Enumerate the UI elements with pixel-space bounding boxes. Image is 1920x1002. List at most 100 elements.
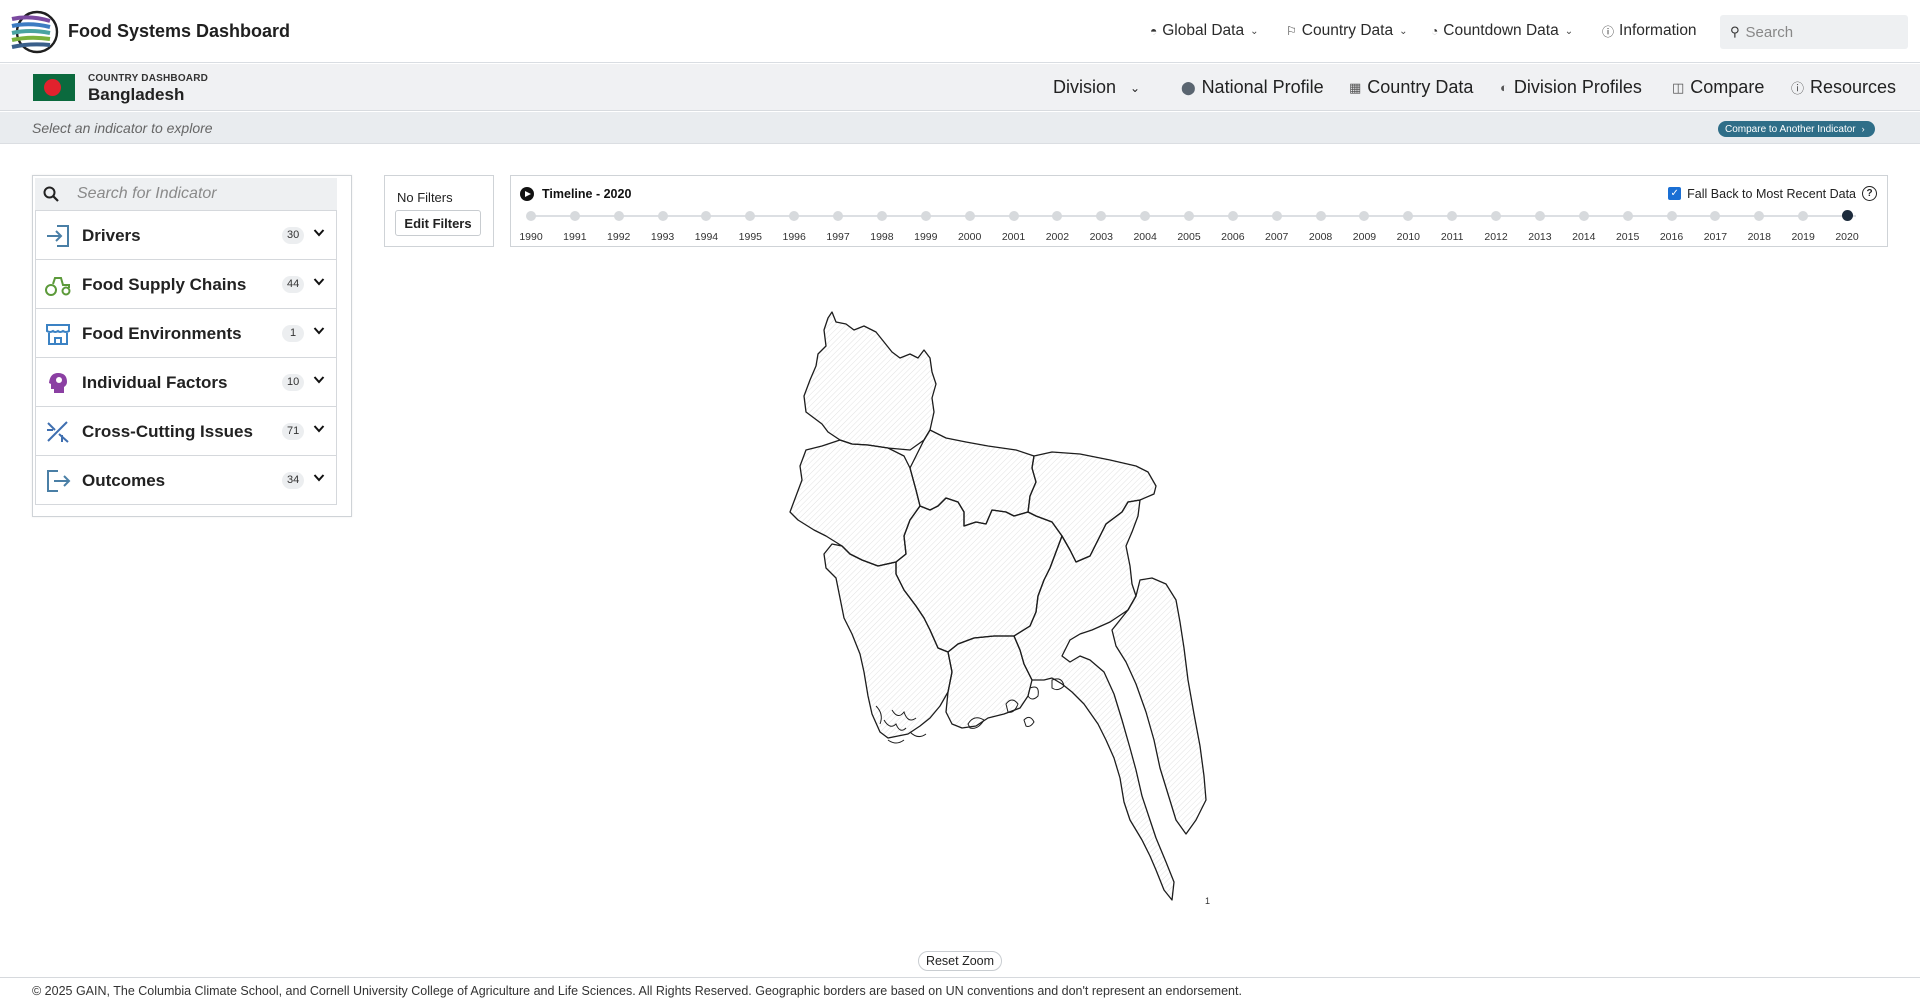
timeline-dot-2003[interactable] [1096, 211, 1107, 221]
timeline-dot-1994[interactable] [701, 211, 712, 221]
brand-title[interactable]: Food Systems Dashboard [68, 21, 290, 42]
nav-country-data-secondary[interactable]: ▦ Country Data [1349, 77, 1473, 98]
timeline-dot-2007[interactable] [1271, 211, 1282, 221]
timeline-dot-2005[interactable] [1184, 211, 1194, 221]
timeline-year-label[interactable]: 2019 [1783, 231, 1823, 243]
timeline-year-label[interactable]: 1999 [906, 231, 946, 243]
timeline-dot-1995[interactable] [745, 211, 756, 221]
timeline-year-label[interactable]: 1997 [818, 231, 858, 243]
filters-status: No Filters [397, 190, 453, 205]
category-food-supply-chains[interactable]: Food Supply Chains 44 [36, 260, 336, 309]
timeline-dot-2014[interactable] [1578, 211, 1589, 221]
timeline-year-label[interactable]: 2007 [1257, 231, 1297, 243]
timeline-dot-2012[interactable] [1491, 211, 1502, 221]
timeline-dot-2010[interactable] [1403, 211, 1414, 221]
timeline-dot-1992[interactable] [613, 211, 624, 221]
globe-filled-icon: ⬤ [1181, 79, 1196, 95]
category-food-environments[interactable]: Food Environments 1 [36, 309, 336, 358]
nav-global-data[interactable]: ◓ Global Data ⌄ [1150, 22, 1259, 40]
timeline-dot-2017[interactable] [1710, 211, 1721, 221]
timeline-year-label[interactable]: 2005 [1169, 231, 1209, 243]
timeline-dot-1993[interactable] [657, 211, 668, 221]
nav-information[interactable]: ⓘ Information [1602, 22, 1697, 40]
timeline-year-label[interactable]: 2009 [1344, 231, 1384, 243]
timeline-dot-2009[interactable] [1359, 211, 1370, 221]
nav-compare[interactable]: ◫ Compare [1672, 77, 1764, 98]
indicator-search-input[interactable] [77, 185, 317, 203]
global-search-input[interactable] [1745, 23, 1896, 41]
timeline-year-label[interactable]: 2012 [1476, 231, 1516, 243]
timeline-dot-2018[interactable] [1754, 211, 1765, 221]
dashboard-logo-icon[interactable] [10, 9, 60, 55]
fallback-toggle[interactable]: ✓ Fall Back to Most Recent Data ? [1668, 186, 1877, 201]
timeline-dot-2002[interactable] [1052, 211, 1063, 221]
nav-country-data[interactable]: ⚐ Country Data ⌄ [1286, 22, 1407, 40]
play-icon[interactable] [520, 187, 534, 201]
timeline-year-label[interactable]: 1998 [862, 231, 902, 243]
timeline-dot-2000[interactable] [964, 211, 975, 221]
timeline-dot-1999[interactable] [920, 211, 931, 221]
timeline-year-label[interactable]: 2010 [1388, 231, 1428, 243]
timeline-year-label[interactable]: 2000 [950, 231, 990, 243]
nav-countdown-data[interactable]: ◔ Countdown Data ⌄ [1431, 22, 1573, 40]
timeline-year-label[interactable]: 2017 [1695, 231, 1735, 243]
flag-disc [44, 79, 61, 96]
timeline-year-label[interactable]: 2018 [1739, 231, 1779, 243]
timeline-year-label[interactable]: 2013 [1520, 231, 1560, 243]
store-icon [46, 324, 70, 345]
global-search[interactable]: ⚲ [1720, 15, 1908, 49]
timeline-year-label[interactable]: 1993 [643, 231, 683, 243]
timeline-dot-2013[interactable] [1534, 211, 1545, 221]
nav-resources[interactable]: ⓘ Resources [1791, 77, 1896, 98]
timeline-year-label[interactable]: 2002 [1037, 231, 1077, 243]
nav-division-profiles[interactable]: ◐ Division Profiles [1500, 77, 1642, 98]
category-label: Individual Factors [82, 373, 228, 392]
category-label: Drivers [82, 226, 141, 245]
timeline-dot-1996[interactable] [789, 211, 800, 221]
bangladesh-division-map[interactable]: 1 [780, 300, 1260, 910]
timeline-dot-1990[interactable] [526, 211, 536, 221]
timeline-year-label[interactable]: 1992 [599, 231, 639, 243]
timeline-year-label[interactable]: 2020 [1827, 231, 1867, 243]
timeline-year-label[interactable]: 2015 [1608, 231, 1648, 243]
timeline-year-label[interactable]: 2016 [1652, 231, 1692, 243]
timeline-year-label[interactable]: 2003 [1081, 231, 1121, 243]
help-icon[interactable]: ? [1862, 186, 1877, 201]
timeline-dot-2020[interactable] [1841, 210, 1853, 221]
category-label: Food Environments [82, 324, 242, 343]
timeline-dot-2019[interactable] [1798, 211, 1809, 221]
timeline-dot-2008[interactable] [1315, 211, 1326, 221]
timeline-year-label[interactable]: 1996 [774, 231, 814, 243]
timeline-dot-2016[interactable] [1666, 211, 1677, 221]
category-individual-factors[interactable]: Individual Factors 10 [36, 358, 336, 407]
timeline-year-label[interactable]: 1995 [730, 231, 770, 243]
timeline-title: Timeline - 2020 [542, 187, 632, 201]
fallback-checkbox[interactable]: ✓ [1668, 187, 1682, 200]
timeline-dot-2011[interactable] [1447, 211, 1458, 221]
category-outcomes[interactable]: Outcomes 34 [36, 456, 336, 505]
timeline-dot-1997[interactable] [833, 211, 844, 221]
timeline-dot-1991[interactable] [569, 211, 580, 221]
division-dropdown[interactable]: Division ⌄ [1053, 77, 1140, 98]
indicator-search[interactable] [35, 178, 337, 210]
timeline-year-label[interactable]: 2014 [1564, 231, 1604, 243]
category-drivers[interactable]: Drivers 30 [36, 211, 336, 260]
timeline-year-label[interactable]: 2006 [1213, 231, 1253, 243]
timeline-dot-2001[interactable] [1008, 211, 1019, 221]
timeline-year-label[interactable]: 2011 [1432, 231, 1472, 243]
reset-zoom-button[interactable]: Reset Zoom [918, 951, 1002, 971]
timeline-year-label[interactable]: 2001 [994, 231, 1034, 243]
timeline-dot-1998[interactable] [876, 211, 887, 221]
category-cross-cutting-issues[interactable]: Cross-Cutting Issues 71 [36, 407, 336, 456]
timeline-year-label[interactable]: 1990 [511, 231, 551, 243]
timeline-dot-2004[interactable] [1140, 211, 1151, 221]
timeline-dot-2006[interactable] [1227, 211, 1238, 221]
timeline-year-label[interactable]: 1991 [555, 231, 595, 243]
timeline-year-label[interactable]: 2004 [1125, 231, 1165, 243]
timeline-year-label[interactable]: 1994 [686, 231, 726, 243]
timeline-year-label[interactable]: 2008 [1301, 231, 1341, 243]
compare-indicator-button[interactable]: Compare to Another Indicator › [1718, 121, 1875, 137]
nav-national-profile[interactable]: ⬤ National Profile [1181, 77, 1324, 98]
timeline-dot-2015[interactable] [1622, 211, 1633, 221]
edit-filters-button[interactable]: Edit Filters [395, 210, 481, 236]
